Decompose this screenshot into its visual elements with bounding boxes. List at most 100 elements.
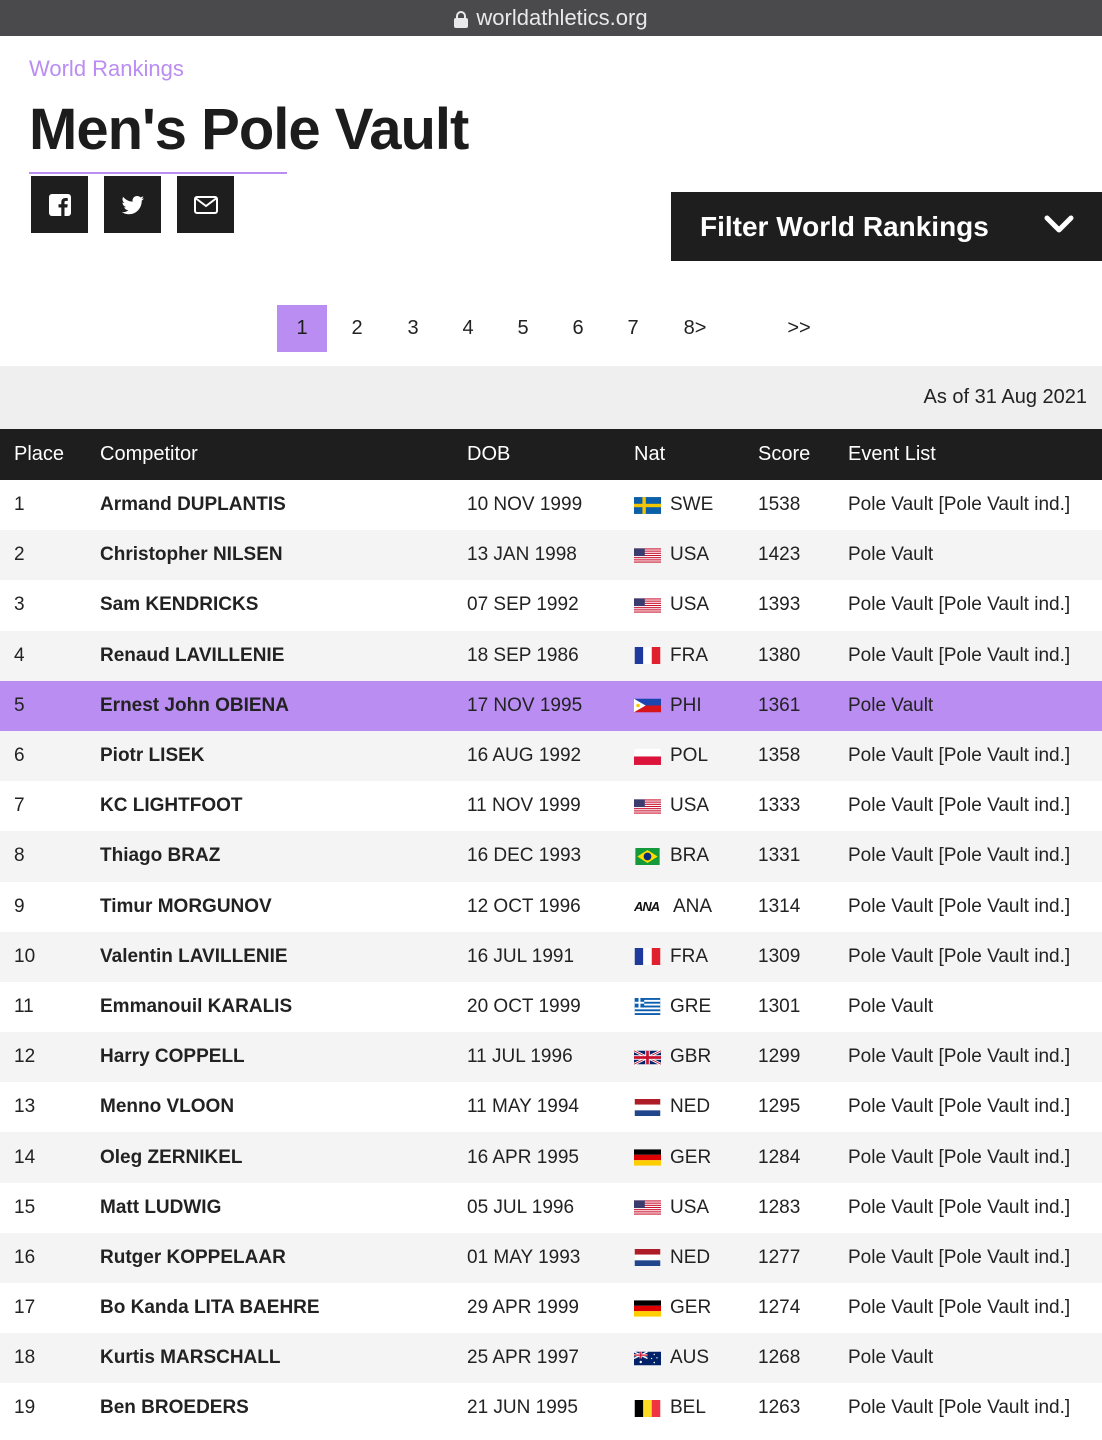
nat-cell: USA — [634, 1182, 758, 1233]
event-list-cell: Pole Vault — [848, 530, 1102, 581]
as-of-date: As of 31 Aug 2021 — [923, 386, 1087, 408]
event-list-cell: Pole Vault [Pole Vault ind.] — [848, 1182, 1102, 1233]
last-page-link[interactable]: >> — [774, 305, 824, 352]
competitor-link[interactable]: Sam KENDRICKS — [100, 580, 467, 631]
pagination: 1 2 3 4 5 6 7 8> >> — [0, 305, 1102, 352]
competitor-link[interactable]: Bo Kanda LITA BAEHRE — [100, 1283, 467, 1334]
table-row[interactable]: 2 Christopher NILSEN 13 JAN 1998 USA 1423 Pol… — [0, 530, 1102, 581]
share-twitter-button[interactable] — [104, 176, 161, 233]
page-5-link[interactable]: 5 — [498, 305, 548, 352]
table-row[interactable]: 16 Rutger KOPPELAAR 01 MAY 1993 NED 1277 Pole… — [0, 1232, 1102, 1283]
competitor-link[interactable]: Menno VLOON — [100, 1082, 467, 1133]
table-row[interactable]: 17 Bo Kanda LITA BAEHRE 29 APR 1999 GER 1274… — [0, 1283, 1102, 1334]
score-cell: 1361 — [758, 680, 848, 731]
score-cell: 1538 — [758, 480, 848, 531]
table-row[interactable]: 19 Ben BROEDERS 21 JUN 1995 BEL 1263 Pole Vau… — [0, 1383, 1102, 1434]
table-header-row: Place Competitor DOB Nat Score Event Lis… — [0, 429, 1102, 480]
place-cell: 17 — [0, 1283, 100, 1334]
nat-cell: NED — [634, 1232, 758, 1283]
nat-code: GRE — [670, 995, 712, 1017]
col-dob-header[interactable]: DOB — [467, 429, 634, 480]
competitor-link[interactable]: Ernest John OBIENA — [100, 680, 467, 731]
nat-code: GER — [670, 1146, 712, 1168]
page-4-link[interactable]: 4 — [443, 305, 493, 352]
score-cell: 1283 — [758, 1182, 848, 1233]
table-row[interactable]: 9 Timur MORGUNOV 12 OCT 1996 ANA ANA 1314 Pole… — [0, 881, 1102, 932]
table-row[interactable]: 1 Armand DUPLANTIS 10 NOV 1999 SWE 1538 Pole … — [0, 480, 1102, 531]
table-row[interactable]: 14 Oleg ZERNIKEL 16 APR 1995 GER 1284 Pole Va… — [0, 1132, 1102, 1183]
col-score-header[interactable]: Score — [758, 429, 848, 480]
col-competitor-header[interactable]: Competitor — [100, 429, 467, 480]
table-row[interactable]: 10 Valentin LAVILLENIE 16 JUL 1991 FRA 1309 P… — [0, 931, 1102, 982]
competitor-link[interactable]: Piotr LISEK — [100, 730, 467, 782]
place-cell: 2 — [0, 530, 100, 581]
event-list-cell: Pole Vault — [848, 981, 1102, 1033]
dob-cell: 20 OCT 1999 — [467, 981, 634, 1033]
dob-cell: 07 SEP 1992 — [467, 580, 634, 631]
event-list-cell: Pole Vault [Pole Vault ind.] — [848, 1283, 1102, 1334]
nat-code: FRA — [670, 644, 708, 666]
page-7-link[interactable]: 7 — [608, 305, 658, 352]
page-1-link[interactable]: 1 — [277, 305, 327, 352]
page-3-link[interactable]: 3 — [388, 305, 438, 352]
dob-cell: 11 NOV 1999 — [467, 781, 634, 832]
flag-icon — [634, 647, 661, 665]
competitor-link[interactable]: Christopher NILSEN — [100, 530, 467, 581]
page-6-link[interactable]: 6 — [553, 305, 603, 352]
dob-cell: 21 JUN 1995 — [467, 1383, 634, 1434]
browser-url-bar[interactable]: worldathletics.org — [0, 0, 1102, 36]
flag-icon — [634, 547, 661, 564]
share-email-button[interactable] — [177, 176, 234, 233]
score-cell: 1333 — [758, 781, 848, 832]
table-row[interactable]: 7 KC LIGHTFOOT 11 NOV 1999 USA 1333 Pole Vaul… — [0, 781, 1102, 832]
share-facebook-button[interactable] — [31, 176, 88, 233]
col-nat-header[interactable]: Nat — [634, 429, 758, 480]
competitor-link[interactable]: Emmanouil KARALIS — [100, 981, 467, 1033]
competitor-link[interactable]: Harry COPPELL — [100, 1032, 467, 1083]
event-list-cell: Pole Vault — [848, 1333, 1102, 1384]
score-cell: 1314 — [758, 881, 848, 932]
nat-code: USA — [670, 544, 710, 566]
dob-cell: 11 JUL 1996 — [467, 1032, 634, 1083]
event-list-cell: Pole Vault [Pole Vault ind.] — [848, 580, 1102, 631]
table-row[interactable]: 6 Piotr LISEK 16 AUG 1992 POL 1358 Pole Vault… — [0, 730, 1102, 782]
table-row[interactable]: 8 Thiago BRAZ 16 DEC 1993 BRA 1331 Pole Vault… — [0, 831, 1102, 882]
competitor-link[interactable]: Valentin LAVILLENIE — [100, 931, 467, 982]
table-row[interactable]: 5 Ernest John OBIENA 17 NOV 1995 PHI 1361 Pol… — [0, 680, 1102, 731]
competitor-link[interactable]: Timur MORGUNOV — [100, 881, 467, 932]
competitor-link[interactable]: Armand DUPLANTIS — [100, 480, 467, 531]
event-list-cell: Pole Vault [Pole Vault ind.] — [848, 881, 1102, 932]
score-cell: 1331 — [758, 831, 848, 882]
filter-world-rankings-dropdown[interactable]: Filter World Rankings — [671, 192, 1102, 261]
competitor-link[interactable]: Kurtis MARSCHALL — [100, 1333, 467, 1384]
breadcrumb-world-rankings[interactable]: World Rankings — [29, 56, 184, 82]
table-row[interactable]: 11 Emmanouil KARALIS 20 OCT 1999 GRE 1301 Pol… — [0, 981, 1102, 1033]
col-place-header[interactable]: Place — [0, 429, 100, 480]
table-row[interactable]: 15 Matt LUDWIG 05 JUL 1996 USA 1283 Pole Vaul… — [0, 1182, 1102, 1233]
next-pages-link[interactable]: 8> — [670, 305, 720, 352]
score-cell: 1423 — [758, 530, 848, 581]
event-list-cell: Pole Vault [Pole Vault ind.] — [848, 1032, 1102, 1083]
page-2-link[interactable]: 2 — [332, 305, 382, 352]
score-cell: 1284 — [758, 1132, 848, 1183]
table-row[interactable]: 4 Renaud LAVILLENIE 18 SEP 1986 FRA 1380 Pole… — [0, 630, 1102, 681]
place-cell: 5 — [0, 680, 100, 731]
title-underline — [29, 172, 287, 174]
rankings-table: Place Competitor DOB Nat Score Event Lis… — [0, 429, 1102, 1434]
competitor-link[interactable]: KC LIGHTFOOT — [100, 781, 467, 832]
competitor-link[interactable]: Matt LUDWIG — [100, 1182, 467, 1233]
competitor-link[interactable]: Ben BROEDERS — [100, 1383, 467, 1434]
table-row[interactable]: 13 Menno VLOON 11 MAY 1994 NED 1295 Pole Vaul… — [0, 1082, 1102, 1133]
dob-cell: 01 MAY 1993 — [467, 1232, 634, 1283]
competitor-link[interactable]: Rutger KOPPELAAR — [100, 1232, 467, 1283]
competitor-link[interactable]: Renaud LAVILLENIE — [100, 630, 467, 681]
table-row[interactable]: 12 Harry COPPELL 11 JUL 1996 GBR 1299 Pole Va… — [0, 1032, 1102, 1083]
col-event-list-header[interactable]: Event List — [848, 429, 1102, 480]
table-row[interactable]: 18 Kurtis MARSCHALL 25 APR 1997 AUS 1268 Pole… — [0, 1333, 1102, 1384]
flag-icon — [634, 1199, 661, 1216]
competitor-link[interactable]: Oleg ZERNIKEL — [100, 1132, 467, 1183]
nat-code: AUS — [670, 1347, 710, 1369]
nat-cell: GER — [634, 1283, 758, 1334]
competitor-link[interactable]: Thiago BRAZ — [100, 831, 467, 882]
table-row[interactable]: 3 Sam KENDRICKS 07 SEP 1992 USA 1393 Pole Vau… — [0, 580, 1102, 631]
